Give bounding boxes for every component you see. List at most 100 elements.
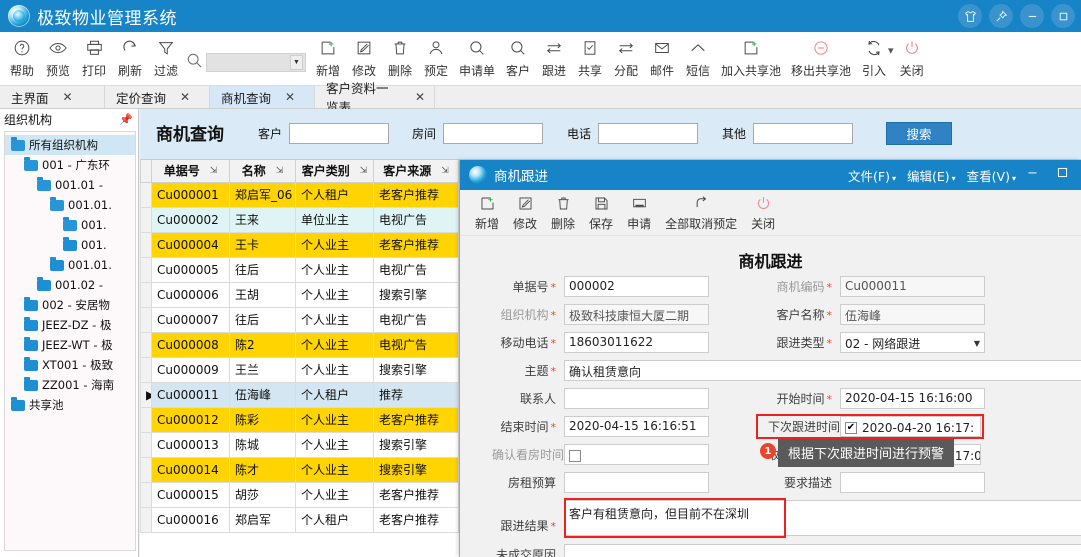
confirm-view-time-input[interactable] (564, 444, 709, 465)
minimize-button[interactable] (1020, 4, 1044, 28)
pin-icon[interactable]: ⇲ (441, 166, 449, 176)
table-row[interactable]: Cu000014 陈才 个人业主 搜索引擎 (140, 456, 459, 483)
toolbar-button-customer[interactable]: 客户 (500, 32, 536, 82)
pin-icon[interactable]: ⇲ (210, 166, 218, 176)
next-followup-time-checkbox[interactable] (845, 421, 857, 434)
customer-name-input[interactable]: 伍海峰 (840, 304, 985, 325)
org-tree[interactable]: 所有组织机构 001 - 广东环 001.01 - 001.01. 001. 001. 00… (4, 131, 136, 551)
toolbar-button-join-pool[interactable]: 加入共享池 (716, 32, 786, 82)
dialog-button-close[interactable]: 关闭 (744, 190, 782, 232)
tree-node[interactable]: JEEZ-WT - 极 (5, 335, 135, 355)
followup-type-select[interactable]: 02 - 网络跟进 ▼ (840, 332, 985, 353)
tree-node[interactable]: XT001 - 极致 (5, 355, 135, 375)
toolbar-button-mail[interactable]: 邮件 (644, 32, 680, 82)
tree-node[interactable]: 001 - 广东环 (5, 155, 135, 175)
mobile-input[interactable]: 18603011622 (564, 332, 709, 353)
dialog-button-edit[interactable]: 修改 (506, 190, 544, 232)
toolbar-button-help[interactable]: 帮助 (4, 32, 40, 82)
table-row[interactable]: Cu000002 王来 单位业主 电视广告 (140, 206, 459, 233)
toolbar-button-add[interactable]: 新增 (310, 32, 346, 82)
table-row[interactable]: Cu000006 王胡 个人业主 搜索引擎 (140, 281, 459, 308)
dialog-button-cancel-all-reservations[interactable]: 全部取消预定 (658, 190, 744, 232)
start-time-input[interactable]: 2020-04-15 16:16:00 (840, 388, 985, 409)
tab-main[interactable]: 主界面 ✕ (0, 86, 105, 108)
table-row[interactable]: Cu000008 陈2 个人业主 电视广告 (140, 331, 459, 358)
toolbar-button-application[interactable]: 申请单 (454, 32, 500, 82)
dialog-button-add[interactable]: 新增 (468, 190, 506, 232)
table-row[interactable]: Cu000009 王兰 个人业主 搜索引擎 (140, 356, 459, 383)
tree-node[interactable]: ZZ001 - 海南 (5, 375, 135, 395)
toolbar-button-preview[interactable]: 预览 (40, 32, 76, 82)
toolbar-button-delete[interactable]: 删除 (382, 32, 418, 82)
tree-node[interactable]: 001. (5, 235, 135, 255)
table-row[interactable]: Cu000005 往后 个人业主 电视广告 (140, 256, 459, 283)
maximize-button[interactable] (1051, 4, 1075, 28)
dialog-button-delete[interactable]: 删除 (544, 190, 582, 232)
room-input[interactable] (443, 123, 544, 144)
close-icon[interactable]: ✕ (285, 90, 295, 104)
org-input[interactable]: 极致科技康恒大厦二期 (564, 304, 709, 325)
toolbar-button-reserve[interactable]: 预定 (418, 32, 454, 82)
tree-node[interactable]: 001.01. (5, 195, 135, 215)
table-row[interactable]: Cu000016 郑启军 个人租户 老客户推荐 (140, 506, 459, 533)
pin-icon[interactable]: 📌 (119, 113, 133, 126)
chevron-down-icon[interactable]: ▼ (974, 339, 980, 348)
dialog-minimize-button[interactable] (1026, 166, 1039, 184)
tree-node[interactable]: 共享池 (5, 395, 135, 415)
doc-no-input[interactable]: 000002 (564, 276, 709, 297)
dialog-maximize-button[interactable] (1056, 166, 1069, 184)
theme-button[interactable] (958, 4, 982, 28)
followup-result-input[interactable]: 客户有租赁意向，但目前不在深圳 (564, 500, 1081, 536)
toolbar-button-filter[interactable]: 过滤 (148, 32, 184, 82)
toolbar-button-refresh[interactable]: 刷新 (112, 32, 148, 82)
toolbar-button-followup[interactable]: 跟进 (536, 32, 572, 82)
pin-icon[interactable]: ⇲ (360, 166, 368, 176)
toolbar-button-edit[interactable]: 修改 (346, 32, 382, 82)
menu-file[interactable]: 文件(F) ▾ (848, 166, 896, 185)
tab-customer-list[interactable]: 客户资料一览表 ✕ (315, 81, 435, 115)
no-deal-reason-input[interactable] (564, 544, 1081, 557)
tab-pricing-query[interactable]: 定价查询 ✕ (105, 86, 210, 108)
table-row[interactable]: Cu000004 王卡 个人业主 老客户推荐 (140, 231, 459, 258)
pin-button[interactable] (989, 4, 1013, 28)
tree-node[interactable]: JEEZ-DZ - 极 (5, 315, 135, 335)
menu-edit[interactable]: 编辑(E) ▾ (907, 166, 956, 185)
toolbar-button-sms[interactable]: 短信 (680, 32, 716, 82)
close-icon[interactable]: ✕ (63, 90, 73, 104)
dialog-button-apply[interactable]: 申请 (620, 190, 658, 232)
column-header-customer-source[interactable]: 客户来源 ⇲ (373, 160, 459, 183)
tree-node[interactable]: 001.01 - (5, 175, 135, 195)
close-icon[interactable]: ✕ (415, 90, 425, 104)
search-button[interactable]: 搜索 (886, 122, 952, 145)
opp-code-input[interactable]: Cu000011 (840, 276, 985, 297)
requirement-desc-input[interactable] (840, 472, 985, 493)
confirm-view-time-checkbox[interactable] (569, 449, 581, 462)
menu-view[interactable]: 查看(V) ▾ (967, 166, 1016, 185)
toolbar-button-close[interactable]: 关闭 (894, 32, 930, 82)
tree-node[interactable]: 001.02 - (5, 275, 135, 295)
other-input[interactable] (753, 123, 854, 144)
toolbar-button-print[interactable]: 打印 (76, 32, 112, 82)
table-row[interactable]: Cu000001 郑启军_06 个人租户 老客户推荐 (140, 181, 459, 208)
close-icon[interactable]: ✕ (180, 90, 190, 104)
column-header-doc-no[interactable]: 单据号 ⇲ (151, 160, 230, 183)
pin-icon[interactable]: ⇲ (276, 166, 284, 176)
search-input[interactable]: ▼ (206, 53, 306, 72)
tree-node[interactable]: 001. (5, 215, 135, 235)
contact-input[interactable] (564, 388, 709, 409)
chevron-down-icon[interactable]: ▼ (290, 55, 303, 70)
tree-node[interactable]: 002 - 安居物 (5, 295, 135, 315)
table-row[interactable]: Cu000012 陈彩 个人业主 老客户推荐 (140, 406, 459, 433)
rent-budget-input[interactable] (564, 472, 709, 493)
table-row[interactable]: Cu000013 陈城 个人业主 搜索引擎 (140, 431, 459, 458)
customer-input[interactable] (289, 123, 390, 144)
toolbar-button-share[interactable]: 共享 (572, 32, 608, 82)
subject-input[interactable]: 确认租赁意向 (564, 360, 1081, 381)
toolbar-button-import[interactable]: 引入 (856, 32, 892, 82)
toolbar-button-assign[interactable]: 分配 (608, 32, 644, 82)
tab-opportunity-query[interactable]: 商机查询 ✕ (210, 86, 315, 108)
tree-node[interactable]: 所有组织机构 (5, 135, 135, 155)
column-header-customer-type[interactable]: 客户类别 ⇲ (295, 160, 374, 183)
toolbar-button-remove-pool[interactable]: 移出共享池 (786, 32, 856, 82)
end-time-input[interactable]: 2020-04-15 16:16:51 (564, 416, 709, 437)
